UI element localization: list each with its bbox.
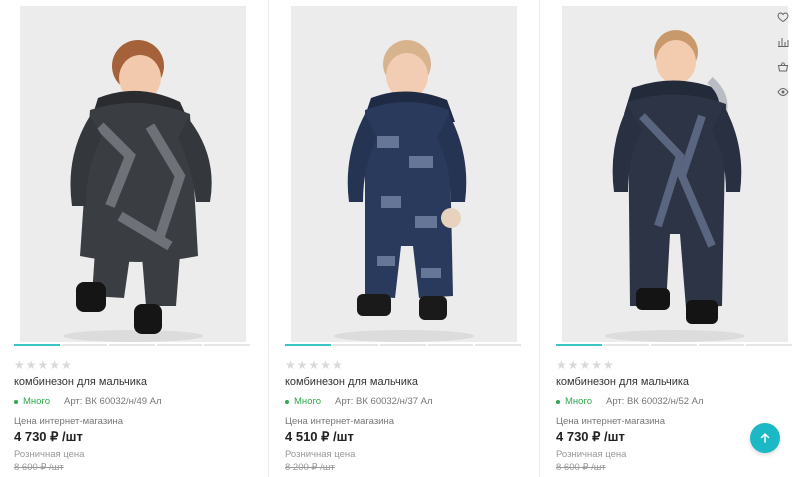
retail-price-label: Розничная цена: [556, 449, 627, 460]
eye-icon: [777, 87, 789, 97]
rating-stars[interactable]: ★★★★★: [285, 358, 344, 372]
stock-status: Много: [294, 396, 321, 407]
product-title[interactable]: комбинезон для мальчика: [285, 376, 418, 388]
product-title[interactable]: комбинезон для мальчика: [556, 376, 689, 388]
card-actions: [774, 8, 794, 108]
online-price-label: Цена интернет-магазина: [285, 416, 395, 427]
article-number: Арт: ВК 60032/н/52 Ал: [605, 396, 704, 407]
online-price: 4 510 ₽ /шт: [285, 429, 354, 444]
add-to-cart-button[interactable]: [774, 58, 792, 76]
image-slider-dots[interactable]: [556, 344, 792, 346]
card-divider: [539, 0, 540, 477]
rating-stars[interactable]: ★★★★★: [14, 358, 73, 372]
stock-row: Много Арт: ВК 60032/н/37 Ал: [285, 396, 433, 407]
in-stock-dot-icon: [556, 399, 560, 404]
card-divider: [268, 0, 269, 477]
rating-stars[interactable]: ★★★★★: [556, 358, 615, 372]
product-photo[interactable]: [291, 6, 517, 342]
in-stock-dot-icon: [14, 399, 18, 404]
product-card[interactable]: ★★★★★ комбинезон для мальчика Много Арт:…: [271, 0, 533, 477]
product-grid: ★★★★★ комбинезон для мальчика Много Арт:…: [0, 0, 800, 477]
compare-button[interactable]: [774, 33, 792, 51]
stock-status: Много: [23, 396, 50, 407]
retail-price: 8 200 ₽ /шт: [285, 462, 335, 473]
arrow-up-icon: [760, 433, 770, 443]
product-photo[interactable]: [562, 6, 788, 342]
retail-price: 8 600 ₽ /шт: [556, 462, 606, 473]
product-card[interactable]: ★★★★★ комбинезон для мальчика Много Арт:…: [0, 0, 262, 477]
product-photo[interactable]: [20, 6, 246, 342]
online-price: 4 730 ₽ /шт: [14, 429, 83, 444]
online-price: 4 730 ₽ /шт: [556, 429, 625, 444]
scroll-top-button[interactable]: [750, 423, 780, 453]
favorite-button[interactable]: [774, 8, 792, 26]
image-slider-dots[interactable]: [14, 344, 250, 346]
stock-status: Много: [565, 396, 592, 407]
article-number: Арт: ВК 60032/н/37 Ал: [334, 396, 433, 407]
product-title[interactable]: комбинезон для мальчика: [14, 376, 147, 388]
quick-view-button[interactable]: [774, 83, 792, 101]
retail-price-label: Розничная цена: [285, 449, 356, 460]
compare-icon: [778, 38, 789, 47]
online-price-label: Цена интернет-магазина: [14, 416, 124, 427]
product-card[interactable]: ★★★★★ комбинезон для мальчика Много Арт:…: [542, 0, 800, 477]
online-price-label: Цена интернет-магазина: [556, 416, 666, 427]
heart-icon: [777, 12, 789, 23]
retail-price-label: Розничная цена: [14, 449, 85, 460]
basket-icon: [777, 62, 789, 72]
image-slider-dots[interactable]: [285, 344, 521, 346]
article-number: Арт: ВК 60032/н/49 Ал: [63, 396, 162, 407]
stock-row: Много Арт: ВК 60032/н/49 Ал: [14, 396, 162, 407]
retail-price: 8 600 ₽ /шт: [14, 462, 64, 473]
stock-row: Много Арт: ВК 60032/н/52 Ал: [556, 396, 704, 407]
in-stock-dot-icon: [285, 399, 289, 404]
